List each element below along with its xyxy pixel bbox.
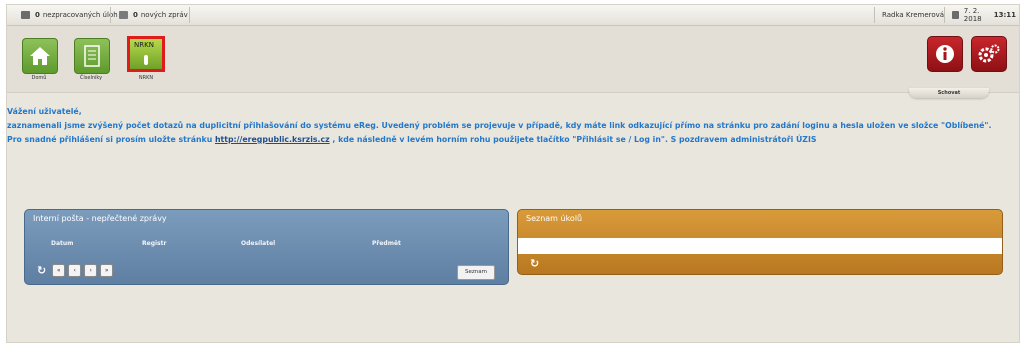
gear-icon — [978, 44, 1000, 63]
codebook-icon — [84, 45, 100, 67]
announcement-greeting: Vážení uživatelé, — [7, 107, 82, 116]
column-header[interactable]: Datum — [51, 240, 73, 247]
messages-count: 0 — [133, 11, 138, 19]
divider — [944, 7, 945, 23]
mail-list-button[interactable]: Seznam — [457, 265, 495, 280]
date: 7. 2. 2018 — [963, 7, 982, 23]
hide-toolbar-tab[interactable]: Schovat — [909, 88, 989, 98]
task-icon — [21, 11, 30, 19]
tasks-counter[interactable]: 0 nezpracovaných úloh — [21, 5, 118, 25]
refresh-icon[interactable]: ↻ — [37, 264, 46, 277]
column-header[interactable]: Odesílatel — [241, 240, 275, 247]
tasks-panel-title: Seznam úkolů — [526, 214, 583, 223]
nrkn-label: NRKN — [138, 75, 154, 81]
nrkn-icon — [144, 55, 148, 65]
app-frame: 0 nezpracovaných úloh 0 nových zpráv Rad… — [6, 4, 1020, 343]
info-icon — [936, 45, 954, 63]
tasks-label: nezpracovaných úloh — [42, 11, 118, 19]
time: 13:11 — [993, 11, 1016, 19]
settings-button[interactable] — [971, 36, 1007, 72]
top-status-bar: 0 nezpracovaných úloh 0 nových zpráv Rad… — [7, 5, 1019, 26]
date-time: 7. 2. 2018 13:11 — [952, 5, 1019, 25]
next-page-button[interactable]: › — [84, 264, 98, 277]
nrkn-tile-text: NRKN — [134, 41, 154, 49]
divider — [189, 7, 190, 23]
prev-page-button[interactable]: ‹ — [68, 264, 82, 277]
tasks-panel: Seznam úkolů ↻ — [517, 209, 1003, 275]
home-icon — [30, 47, 50, 65]
internal-mail-panel: Interní pošta - nepřečtené zprávy Datum … — [24, 209, 509, 285]
divider — [110, 7, 111, 23]
refresh-icon[interactable]: ↻ — [530, 257, 539, 270]
column-header[interactable]: Registr — [142, 240, 166, 247]
divider — [874, 7, 875, 23]
ereg-public-link[interactable]: http://eregpublic.ksrzis.cz — [215, 135, 330, 144]
announcement-line: zaznamenali jsme zvýšený počet dotazů na… — [7, 121, 992, 130]
announcement: Vážení uživatelé, zaznamenali jsme zvýše… — [7, 105, 991, 147]
last-page-button[interactable]: » — [100, 264, 114, 277]
calendar-icon — [952, 11, 959, 19]
nrkn-button[interactable]: NRKN — [127, 36, 165, 72]
first-page-button[interactable]: « — [52, 264, 66, 277]
info-button[interactable] — [927, 36, 963, 72]
codebooks-label: Číselníky — [79, 75, 103, 81]
announcement-line: Pro snadné přihlášení si prosím uložte s… — [7, 135, 817, 144]
home-button[interactable] — [22, 38, 58, 74]
user-name[interactable]: Radka Kremerová — [882, 5, 944, 25]
messages-label: nových zpráv — [140, 11, 188, 19]
home-label: Domů — [31, 75, 47, 81]
column-header[interactable]: Předmět — [372, 240, 401, 247]
codebooks-button[interactable] — [74, 38, 110, 74]
mail-icon — [119, 11, 128, 19]
main-toolbar: Domů Číselníky NRKN NRKN — [7, 26, 1019, 93]
mail-panel-title: Interní pošta - nepřečtené zprávy — [33, 214, 167, 223]
messages-counter[interactable]: 0 nových zpráv — [119, 5, 188, 25]
tasks-list — [518, 238, 1002, 254]
mail-pager: ↻ « ‹ › » — [37, 264, 116, 277]
tasks-count: 0 — [35, 11, 40, 19]
